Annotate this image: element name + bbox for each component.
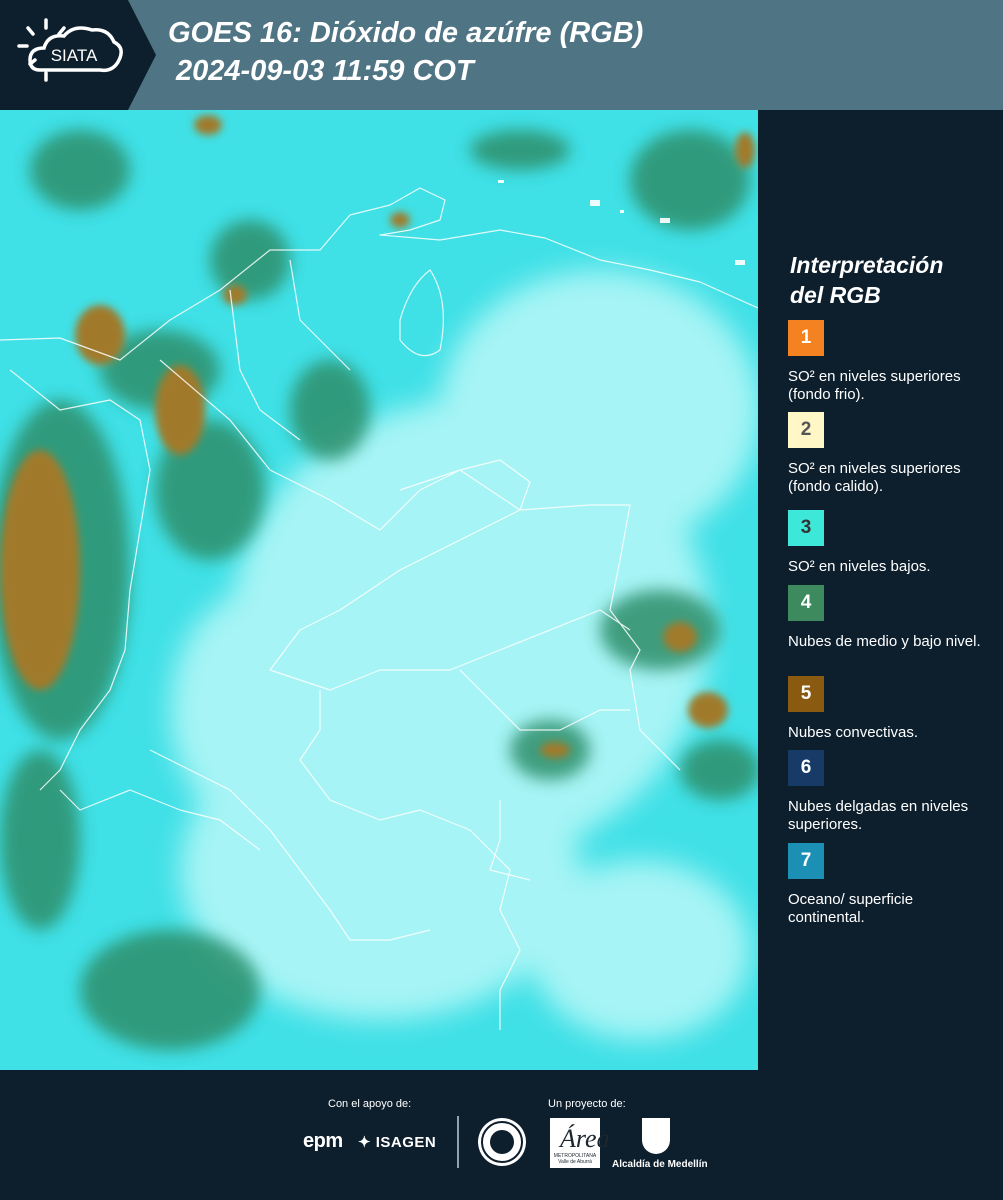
- legend-label: Oceano/ superficie continental.: [788, 891, 914, 926]
- siata-logo[interactable]: SIATA: [0, 0, 160, 110]
- alcaldia-shield-icon: [642, 1118, 670, 1154]
- legend-item-1: 1 SO² en niveles superiores (fondo frio).: [788, 320, 993, 404]
- title-line-1: GOES 16: Dióxido de azúfre (RGB): [168, 17, 644, 49]
- legend-label: SO² en niveles superiores (fondo frio).: [788, 368, 961, 403]
- area-metropolitana-logo: Área METROPOLITANA Valle de Aburrá: [550, 1118, 610, 1168]
- legend-label: Nubes de medio y bajo nivel.: [788, 633, 981, 650]
- satellite-map[interactable]: [0, 110, 758, 1070]
- header-bar: SIATA GOES 16: Dióxido de azúfre (RGB) 20…: [0, 0, 1003, 110]
- alcaldia-label: Alcaldía de Medellín: [612, 1159, 708, 1170]
- legend-panel: Interpretación del RGB 1 SO² en niveles s…: [758, 110, 1003, 1070]
- logo-text: SIATA: [51, 46, 98, 65]
- legend-swatch: 6: [788, 750, 824, 786]
- legend-swatch: 5: [788, 676, 824, 712]
- legend-title-line-1: Interpretación: [790, 252, 944, 278]
- page-title: GOES 16: Dióxido de azúfre (RGB) 2024-09-…: [168, 14, 643, 90]
- support-label: Con el apoyo de:: [328, 1098, 412, 1110]
- legend-swatch: 7: [788, 843, 824, 879]
- legend-title-line-2: del RGB: [790, 282, 881, 308]
- legend-swatch: 2: [788, 412, 824, 448]
- legend-item-5: 5 Nubes convectivas.: [788, 676, 993, 742]
- legend-label: Nubes convectivas.: [788, 724, 919, 741]
- title-line-2: 2024-09-03 11:59 COT: [176, 55, 474, 87]
- footer-divider: [457, 1116, 459, 1168]
- legend-label: Nubes delgadas en niveles superiores.: [788, 798, 969, 833]
- legend-item-6: 6 Nubes delgadas en niveles superiores.: [788, 750, 993, 834]
- legend-swatch: 4: [788, 585, 824, 621]
- legend-item-7: 7 Oceano/ superficie continental.: [788, 843, 993, 927]
- legend-label: SO² en niveles bajos.: [788, 558, 931, 575]
- legend-swatch: 1: [788, 320, 824, 356]
- area-logo-text: Área: [560, 1124, 610, 1153]
- area-logo-subtext: METROPOLITANA Valle de Aburrá: [553, 1153, 597, 1165]
- legend-item-2: 2 SO² en niveles superiores (fondo calido…: [788, 412, 993, 496]
- isagen-logo: ✦ ISAGEN: [358, 1133, 436, 1151]
- legend-swatch: 3: [788, 510, 824, 546]
- epm-logo: epm: [303, 1130, 343, 1152]
- project-label: Un proyecto de:: [548, 1098, 626, 1110]
- legend-item-3: 3 SO² en niveles bajos.: [788, 510, 993, 576]
- legend-title: Interpretación del RGB: [790, 250, 990, 310]
- legend-label: SO² en niveles superiores (fondo calido)…: [788, 460, 961, 495]
- footer: Con el apoyo de: Un proyecto de: epm ✦ I…: [0, 1070, 1003, 1200]
- isagen-label: ISAGEN: [375, 1134, 437, 1151]
- isagen-star-icon: ✦: [358, 1134, 372, 1151]
- medellin-seal-icon: [478, 1118, 526, 1166]
- legend-item-4: 4 Nubes de medio y bajo nivel.: [788, 585, 993, 651]
